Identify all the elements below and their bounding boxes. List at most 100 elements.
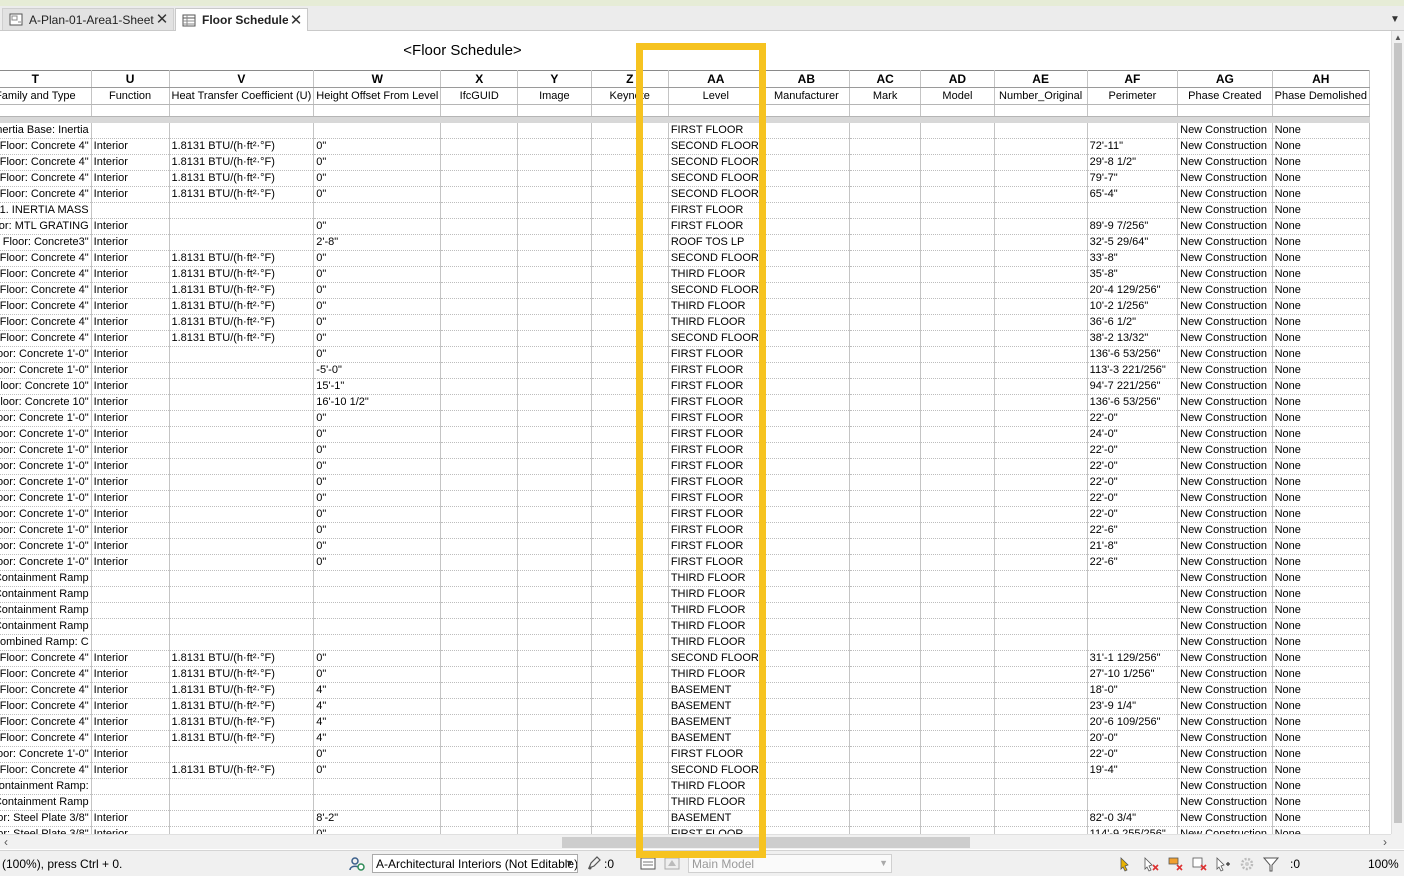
table-cell[interactable] [168,794,315,811]
table-cell[interactable] [920,426,995,443]
table-cell[interactable] [920,378,995,395]
table-cell[interactable] [920,522,995,539]
table-cell[interactable] [517,234,592,251]
table-cell[interactable] [993,250,1088,267]
table-cell[interactable] [762,634,850,651]
table-cell[interactable]: None [1271,410,1371,427]
table-cell[interactable]: 1.8131 BTU/(h·ft²·°F) [168,714,315,731]
table-cell[interactable] [762,298,850,315]
table-cell[interactable] [168,394,315,411]
table-cell[interactable] [762,410,850,427]
table-cell[interactable] [920,250,995,267]
table-cell[interactable]: New Construction [1177,154,1273,171]
table-cell[interactable]: 0" [313,266,442,283]
table-cell[interactable] [848,234,922,251]
table-cell[interactable] [848,202,922,219]
table-cell[interactable]: None [1271,666,1371,683]
table-cell[interactable]: THIRD FLOOR [667,634,764,651]
table-cell[interactable] [168,410,315,427]
table-cell[interactable]: New Construction [1177,666,1273,683]
column-header[interactable]: Number_Original [993,87,1088,105]
table-cell[interactable] [440,586,519,603]
table-cell[interactable] [168,218,315,235]
table-cell[interactable] [762,538,850,555]
table-cell[interactable] [762,554,850,571]
table-cell[interactable] [440,570,519,587]
table-cell[interactable] [848,362,922,379]
table-cell[interactable] [993,170,1088,187]
table-cell[interactable]: Floor: Concrete 1'-0" [0,346,92,363]
table-cell[interactable]: None [1271,282,1371,299]
table-cell[interactable] [590,794,669,811]
table-cell[interactable]: None [1271,538,1371,555]
table-cell[interactable] [440,554,519,571]
table-cell[interactable]: 0" [313,186,442,203]
table-cell[interactable] [440,122,519,139]
table-cell[interactable]: None [1271,330,1371,347]
table-cell[interactable] [848,330,922,347]
table-cell[interactable] [590,746,669,763]
table-cell[interactable]: THIRD FLOOR [667,298,764,315]
table-cell[interactable]: Containment Ramp [0,602,92,619]
table-cell[interactable]: SECOND FLOOR [667,762,764,779]
table-cell[interactable] [920,330,995,347]
table-cell[interactable] [762,762,850,779]
active-workset-select[interactable]: A-Architectural Interiors (Not Editable)… [372,854,578,873]
table-cell[interactable] [517,186,592,203]
table-cell[interactable]: Interior [90,282,170,299]
table-cell[interactable]: New Construction [1177,362,1273,379]
table-cell[interactable]: 1.8131 BTU/(h·ft²·°F) [168,298,315,315]
table-cell[interactable] [440,266,519,283]
table-cell[interactable] [848,138,922,155]
table-cell[interactable]: None [1271,602,1371,619]
table-cell[interactable] [762,282,850,299]
column-header[interactable]: Mark [848,87,922,105]
table-cell[interactable] [168,378,315,395]
table-cell[interactable]: Floor: Concrete 1'-0" [0,506,92,523]
table-cell[interactable] [1086,122,1179,139]
table-cell[interactable] [440,282,519,299]
table-cell[interactable]: Floor: Concrete 1'-0" [0,474,92,491]
table-cell[interactable] [848,474,922,491]
table-cell[interactable] [517,298,592,315]
table-cell[interactable]: Interior [90,330,170,347]
table-cell[interactable] [590,714,669,731]
table-cell[interactable] [762,474,850,491]
table-cell[interactable] [517,826,592,834]
table-cell[interactable] [590,394,669,411]
table-cell[interactable] [993,602,1088,619]
table-cell[interactable] [920,586,995,603]
table-cell[interactable] [762,122,850,139]
table-cell[interactable]: Floor: Steel Plate 3/8" [0,826,92,834]
table-cell[interactable] [920,490,995,507]
editable-only-icon[interactable] [586,855,602,871]
table-cell[interactable]: New Construction [1177,314,1273,331]
table-cell[interactable] [590,666,669,683]
table-cell[interactable]: New Construction [1177,330,1273,347]
table-cell[interactable]: New Construction [1177,826,1273,834]
table-cell[interactable] [517,410,592,427]
table-cell[interactable]: 1.8131 BTU/(h·ft²·°F) [168,154,315,171]
table-cell[interactable] [848,410,922,427]
table-cell[interactable] [993,634,1088,651]
table-cell[interactable]: FIRST FLOOR [667,554,764,571]
table-row[interactable]: Floor: Concrete 4" Interior 1.8131 BTU/(h·… [0,250,1371,267]
table-cell[interactable]: None [1271,218,1371,235]
table-cell[interactable]: New Construction [1177,282,1273,299]
table-cell[interactable] [848,810,922,827]
table-cell[interactable] [590,730,669,747]
table-cell[interactable]: Interior [90,746,170,763]
table-cell[interactable]: New Construction [1177,426,1273,443]
table-cell[interactable] [517,442,592,459]
table-cell[interactable] [762,426,850,443]
table-cell[interactable] [993,202,1088,219]
table-cell[interactable]: Inertia Base: Inertia [0,122,92,139]
table-cell[interactable] [590,682,669,699]
table-cell[interactable] [590,218,669,235]
table-cell[interactable] [168,810,315,827]
table-cell[interactable] [762,602,850,619]
table-cell[interactable] [848,218,922,235]
table-cell[interactable]: 89'-9 7/256" [1086,218,1179,235]
table-cell[interactable] [517,634,592,651]
table-cell[interactable] [440,682,519,699]
